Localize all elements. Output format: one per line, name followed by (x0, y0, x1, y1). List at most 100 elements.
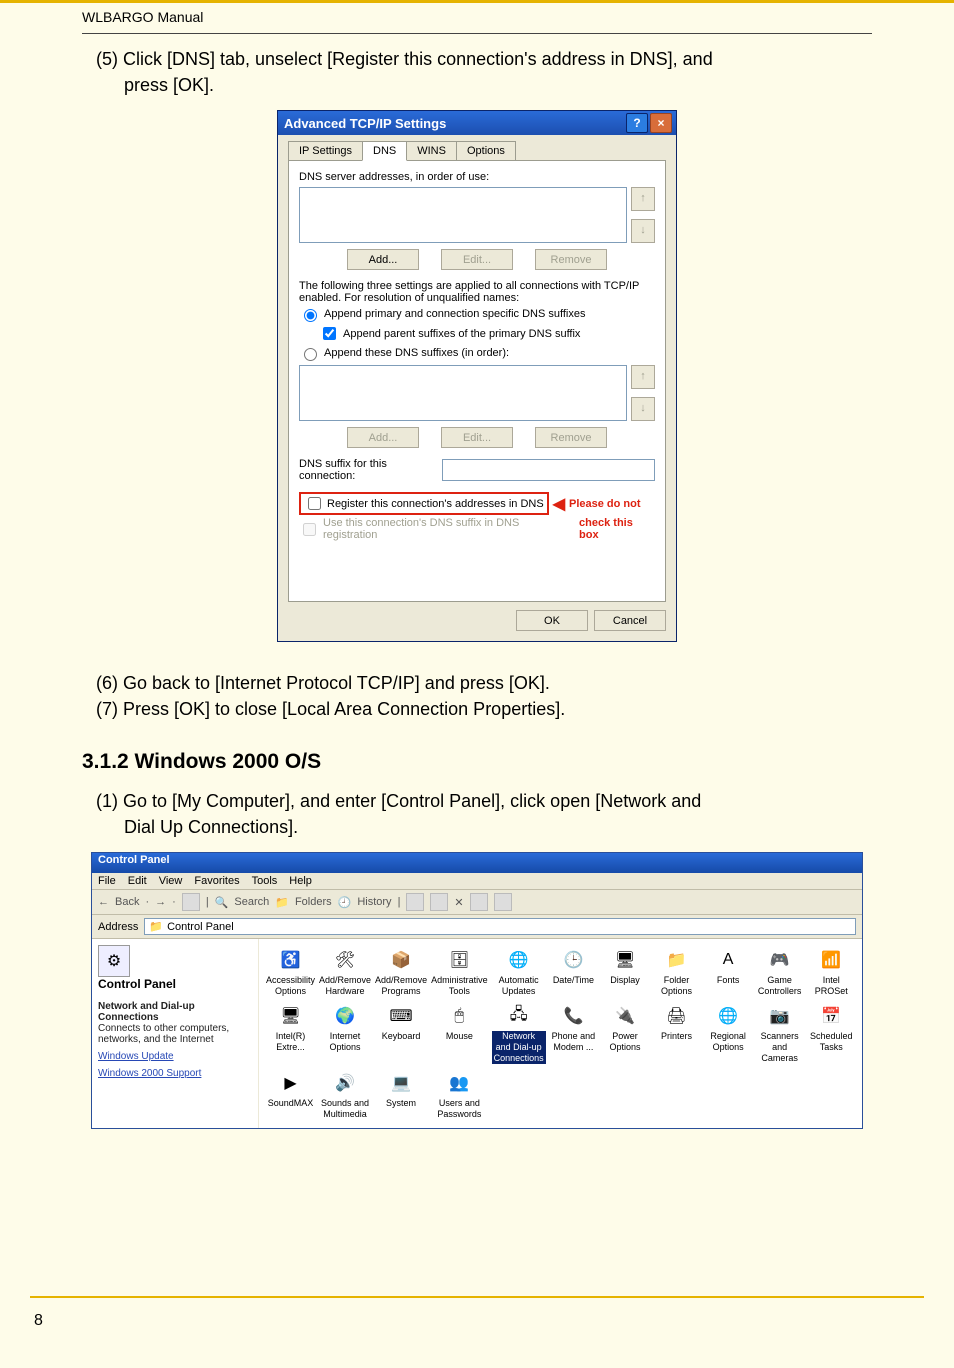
cp-item-8[interactable]: AFonts (703, 945, 753, 997)
cp-item-22[interactable]: ▶SoundMAX (265, 1068, 316, 1120)
cp-item-label: Printers (661, 1031, 692, 1042)
cp-item-4[interactable]: 🌐Automatic Updates (491, 945, 547, 999)
cp-item-icon: 🕒 (560, 947, 586, 973)
up-icon[interactable] (182, 893, 200, 911)
dns-suffix-listbox[interactable] (299, 365, 627, 421)
cp-item-label: Scanners and Cameras (756, 1031, 804, 1064)
cp-item-label: Sounds and Multimedia (319, 1098, 371, 1120)
move-up-icon[interactable]: ↑ (631, 187, 655, 211)
cp-item-icon: 📞 (560, 1003, 586, 1029)
toolbar-folders[interactable]: Folders (295, 896, 332, 908)
cp-item-label: Keyboard (382, 1031, 421, 1042)
cp-item-1[interactable]: 🛠Add/Remove Hardware (318, 945, 372, 999)
cp-item-9[interactable]: 🎮Game Controllers (755, 945, 805, 999)
cp-item-3[interactable]: 🗄Administrative Tools (430, 945, 489, 999)
cp-item-icon: 🌐 (506, 947, 532, 973)
radio-append-these[interactable] (304, 348, 317, 361)
cp-item-16[interactable]: 📞Phone and Modem ... (549, 1001, 599, 1055)
cp-item-15[interactable]: 🖧Network and Dial-up Connections (491, 1001, 547, 1066)
dialog-titlebar: Advanced TCP/IP Settings ? × (278, 111, 676, 135)
link-windows-update[interactable]: Windows Update (98, 1051, 252, 1062)
cp-item-11[interactable]: 🖥Intel(R) Extre... (265, 1001, 316, 1055)
cp-item-icon: 🗄 (446, 947, 472, 973)
cp-item-label: Intel(R) Extre... (266, 1031, 315, 1053)
suffix-edit-button[interactable]: Edit... (441, 427, 513, 448)
cp-item-icon: 🖥 (278, 1003, 304, 1029)
cp-item-17[interactable]: 🔌Power Options (600, 1001, 650, 1055)
help-icon[interactable]: ? (626, 113, 648, 133)
move-down-icon[interactable]: ↓ (631, 219, 655, 243)
cp-item-icon: 🖨 (664, 1003, 690, 1029)
cp-item-icon: 🎮 (767, 947, 793, 973)
tb-icon-2[interactable] (430, 893, 448, 911)
check-register-dns[interactable] (308, 497, 321, 510)
address-box[interactable]: 📁 Control Panel (144, 918, 856, 935)
menu-help[interactable]: Help (289, 875, 312, 887)
check-append-parent[interactable] (323, 327, 336, 340)
cp-item-12[interactable]: 🌍Internet Options (318, 1001, 372, 1055)
dns-remove-button[interactable]: Remove (535, 249, 607, 270)
cp-item-7[interactable]: 📁Folder Options (652, 945, 702, 999)
cp-left-icon: ⚙ (98, 945, 130, 977)
cp-item-label: Mouse (446, 1031, 473, 1042)
tab-wins[interactable]: WINS (406, 141, 457, 161)
close-icon[interactable]: × (650, 113, 672, 133)
link-win2k-support[interactable]: Windows 2000 Support (98, 1068, 252, 1079)
tb-icon-4[interactable] (494, 893, 512, 911)
suffix-move-down-icon[interactable]: ↓ (631, 397, 655, 421)
dialog-title: Advanced TCP/IP Settings (284, 116, 446, 131)
radio-append-primary[interactable] (304, 309, 317, 322)
tab-ip-settings[interactable]: IP Settings (288, 141, 363, 161)
menu-edit[interactable]: Edit (128, 875, 147, 887)
toolbar-search[interactable]: Search (234, 896, 269, 908)
cp-item-label: Accessibility Options (266, 975, 315, 997)
cp-item-19[interactable]: 🌐Regional Options (703, 1001, 753, 1055)
cp-item-6[interactable]: 🖥Display (600, 945, 650, 997)
tb-icon-3[interactable] (470, 893, 488, 911)
cp-item-5[interactable]: 🕒Date/Time (549, 945, 599, 997)
top-rule (82, 33, 872, 34)
address-value: Control Panel (167, 921, 234, 933)
cancel-button[interactable]: Cancel (594, 610, 666, 631)
toolbar-history[interactable]: History (357, 896, 391, 908)
cp-item-label: Add/Remove Programs (375, 975, 427, 997)
menu-favorites[interactable]: Favorites (194, 875, 239, 887)
cp-item-14[interactable]: 🖱Mouse (430, 1001, 489, 1053)
cp-item-24[interactable]: 💻System (374, 1068, 428, 1120)
cp-item-13[interactable]: ⌨Keyboard (374, 1001, 428, 1053)
ok-button[interactable]: OK (516, 610, 588, 631)
cp-item-25[interactable]: 👥Users and Passwords (430, 1068, 489, 1122)
menu-view[interactable]: View (159, 875, 183, 887)
tab-dns[interactable]: DNS (362, 141, 407, 161)
cp-item-label: Power Options (601, 1031, 649, 1053)
cp-item-icon: 🖥 (612, 947, 638, 973)
cp-item-10[interactable]: 📶Intel PROSet (806, 945, 856, 999)
cp-icon-grid: ♿Accessibility Options🛠Add/Remove Hardwa… (259, 939, 862, 1128)
cp-item-18[interactable]: 🖨 Printers (652, 1001, 702, 1053)
menu-file[interactable]: File (98, 875, 116, 887)
cp-item-23[interactable]: 🔊Sounds and Multimedia (318, 1068, 372, 1122)
toolbar-back[interactable]: Back (115, 896, 139, 908)
cp-item-icon: 📶 (818, 947, 844, 973)
cp-item-20[interactable]: 📷Scanners and Cameras (755, 1001, 805, 1066)
dns-edit-button[interactable]: Edit... (441, 249, 513, 270)
cp-item-label: Administrative Tools (431, 975, 488, 997)
dns-add-button[interactable]: Add... (347, 249, 419, 270)
dns-server-listbox[interactable] (299, 187, 627, 243)
cp-item-21[interactable]: 📅Scheduled Tasks (806, 1001, 856, 1055)
cp-item-0[interactable]: ♿Accessibility Options (265, 945, 316, 999)
cp-item-icon: 👥 (446, 1070, 472, 1096)
tab-options[interactable]: Options (456, 141, 516, 161)
menu-tools[interactable]: Tools (252, 875, 278, 887)
cp-item-label: Folder Options (653, 975, 701, 997)
suffix-remove-button[interactable]: Remove (535, 427, 607, 448)
tcpip-dialog: Advanced TCP/IP Settings ? × IP Settings… (277, 110, 677, 642)
cp-item-icon: ▶ (278, 1070, 304, 1096)
tb-icon-1[interactable] (406, 893, 424, 911)
cp-item-2[interactable]: 📦Add/Remove Programs (374, 945, 428, 999)
cp-left-title: Control Panel (98, 977, 252, 991)
suffix-add-button[interactable]: Add... (347, 427, 419, 448)
cp-item-label: Fonts (717, 975, 740, 986)
suffix-move-up-icon[interactable]: ↑ (631, 365, 655, 389)
dns-suffix-input[interactable] (442, 459, 655, 481)
